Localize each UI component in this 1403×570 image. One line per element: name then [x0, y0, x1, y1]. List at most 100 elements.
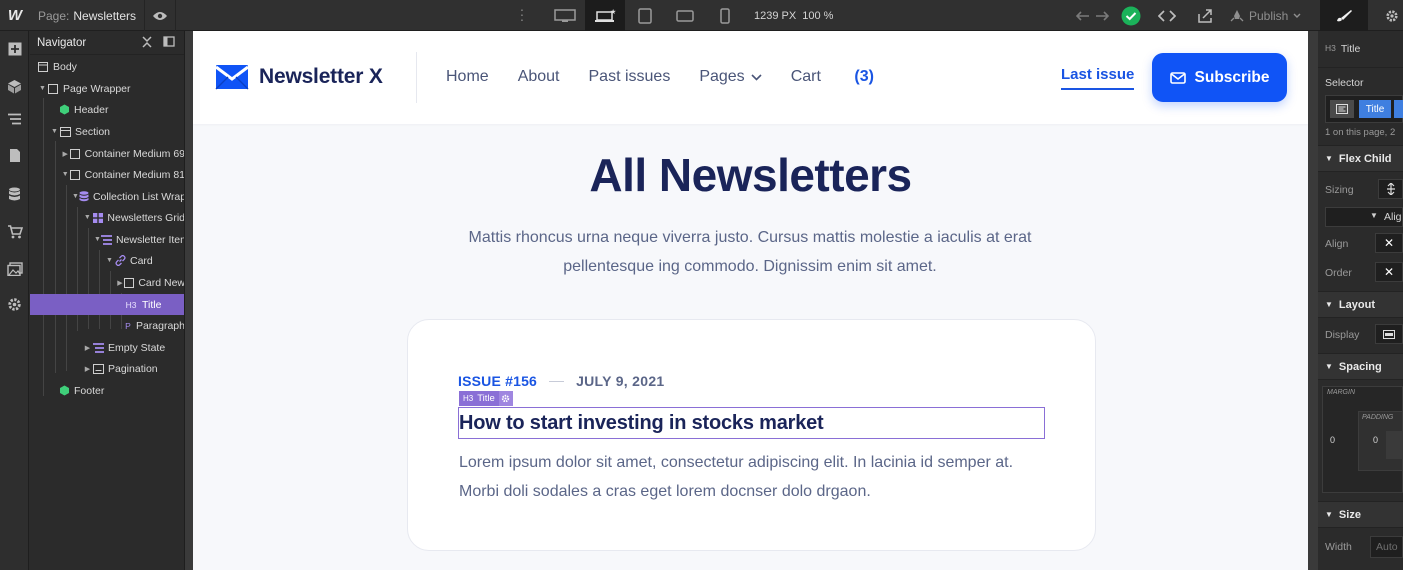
selector-chip-title[interactable]: Title: [1359, 100, 1391, 118]
last-issue-link[interactable]: Last issue: [1061, 66, 1135, 90]
div-box-icon: [69, 148, 80, 160]
nav-item-container-medium-81[interactable]: ▼ Container Medium 81: [30, 164, 184, 185]
mail-icon: [1169, 71, 1186, 84]
expand-caret-icon[interactable]: ▼: [83, 214, 92, 221]
nav-item-header[interactable]: Header: [30, 99, 184, 120]
undo-icon[interactable]: [1072, 0, 1094, 31]
symbol-green-icon: [58, 385, 70, 397]
nav-item-paragraph[interactable]: P Paragraph: [30, 315, 184, 336]
empty-state-purple-icon: [92, 342, 104, 354]
order-none-x-icon[interactable]: ✕: [1375, 262, 1403, 282]
display-block-icon[interactable]: [1375, 324, 1403, 344]
style-panel-brush-icon[interactable]: [1320, 0, 1368, 31]
collapse-all-icon[interactable]: [142, 36, 152, 51]
pages-icon[interactable]: [0, 140, 29, 170]
add-elements-icon[interactable]: [0, 34, 29, 64]
page-selector[interactable]: Page: Newsletters: [38, 0, 136, 31]
page-name: Newsletters: [73, 8, 137, 23]
site-logo[interactable]: Newsletter X: [215, 64, 383, 90]
canvas-size-readout: 1239 PX 100 %: [754, 0, 833, 31]
card-paragraph[interactable]: Lorem ipsum dolor sit amet, consectetur …: [459, 448, 1059, 506]
newsletter-card[interactable]: ISSUE #156 JULY 9, 2021 H3 Title How to s…: [407, 319, 1096, 551]
menu-dropdown-pages[interactable]: Pages: [699, 68, 762, 86]
code-export-icon[interactable]: [1154, 0, 1180, 31]
nav-item-newsletters-grid[interactable]: ▼ Newsletters Grid: [30, 207, 184, 228]
share-icon[interactable]: [1192, 0, 1218, 31]
nav-item-card[interactable]: ▼ Card: [30, 250, 184, 271]
nav-item-body[interactable]: Body: [30, 56, 184, 77]
selector-style-icon[interactable]: [1330, 100, 1354, 118]
assets-images-icon[interactable]: [0, 254, 29, 284]
selector-chip-overflow[interactable]: [1394, 100, 1403, 118]
preview-eye-icon[interactable]: [144, 0, 176, 31]
card-title[interactable]: How to start investing in stocks market: [459, 412, 824, 435]
section-layout[interactable]: ▼ Layout: [1318, 291, 1403, 318]
expand-caret-icon[interactable]: ▼: [94, 236, 101, 243]
breakpoint-large-desktop-icon[interactable]: [545, 0, 585, 31]
webflow-logo[interactable]: W: [0, 0, 30, 31]
expand-caret-icon[interactable]: ▶: [83, 365, 92, 373]
dock-panel-icon[interactable]: [163, 36, 175, 50]
saved-check-icon: [1119, 0, 1143, 31]
sizing-shrink-icon[interactable]: [1378, 179, 1403, 199]
expand-caret-icon[interactable]: ▼: [61, 171, 69, 178]
site-settings-gear-icon[interactable]: [0, 289, 29, 319]
width-value: Auto: [1376, 541, 1398, 553]
expand-caret-icon[interactable]: ▶: [83, 344, 92, 352]
margin-label: MARGIN: [1327, 389, 1355, 396]
svg-text:★: ★: [610, 8, 616, 16]
tag-label: Title: [477, 393, 495, 404]
nav-item-empty-state[interactable]: ▶ Empty State: [30, 337, 184, 358]
ecommerce-cart-icon[interactable]: [0, 217, 29, 247]
menu-link-about[interactable]: About: [518, 68, 560, 86]
margin-left-value[interactable]: 0: [1330, 435, 1335, 445]
padding-left-value[interactable]: 0: [1373, 435, 1378, 445]
symbols-cube-icon[interactable]: [0, 71, 29, 101]
more-dots-icon[interactable]: · · ·: [516, 2, 528, 26]
nav-item-newsletter-item[interactable]: ▼ Newsletter Item: [30, 229, 184, 250]
menu-link-cart[interactable]: Cart (3): [791, 68, 903, 86]
nav-item-card-new[interactable]: ▶ Card New: [30, 272, 184, 293]
nav-item-title[interactable]: H3 Title: [30, 294, 184, 315]
nav-item-pagination[interactable]: ▶ Pagination: [30, 358, 184, 379]
grid-purple-icon: [92, 212, 104, 224]
breakpoint-desktop-icon[interactable]: ★: [585, 0, 625, 31]
selected-element-tag[interactable]: H3 Title: [459, 391, 513, 406]
redo-icon[interactable]: [1092, 0, 1112, 31]
breakpoint-tablet-icon[interactable]: [625, 0, 665, 31]
page-title: All Newsletters: [589, 149, 912, 201]
nav-item-container-medium-69[interactable]: ▶ Container Medium 69: [30, 143, 185, 164]
collection-purple-icon: [79, 191, 89, 203]
nav-item-collection-list-wrapper[interactable]: ▼ Collection List Wrap: [30, 186, 184, 207]
align-none-x-icon[interactable]: ✕: [1375, 233, 1403, 253]
expand-caret-icon[interactable]: ▼: [38, 85, 47, 92]
menu-link-past-issues[interactable]: Past issues: [589, 68, 671, 86]
paragraph-p-icon: P: [125, 320, 131, 331]
expand-caret-icon[interactable]: ▶: [116, 279, 124, 287]
breakpoint-mobile-landscape-icon[interactable]: [665, 0, 705, 31]
settings-gear-icon[interactable]: [1380, 0, 1403, 31]
style-panel: H3 Title Selector Title 1 on this page, …: [1318, 31, 1403, 570]
navigator-icon[interactable]: [0, 104, 29, 134]
nav-item-section[interactable]: ▼ Section: [30, 121, 184, 142]
subscribe-button[interactable]: Subscribe: [1152, 53, 1287, 102]
expand-caret-icon[interactable]: ▼: [105, 257, 114, 264]
expand-caret-icon[interactable]: ▼: [50, 128, 59, 135]
section-flex-child[interactable]: ▼ Flex Child: [1318, 145, 1403, 172]
breakpoint-mobile-portrait-icon[interactable]: [705, 0, 745, 31]
element-settings-gear-icon[interactable]: [498, 391, 513, 406]
order-label: Order: [1325, 267, 1352, 279]
cms-database-icon[interactable]: [0, 179, 29, 209]
nav-item-footer[interactable]: Footer: [30, 380, 184, 401]
page-subtitle: Mattis rhoncus urna neque viverra justo.…: [468, 229, 1032, 275]
menu-link-home[interactable]: Home: [446, 68, 489, 86]
display-label: Display: [1325, 329, 1360, 341]
section-spacing[interactable]: ▼ Spacing: [1318, 353, 1403, 380]
publish-button[interactable]: Publish: [1230, 0, 1301, 31]
navigator-panel: Navigator Body ▼ Page Wrapper Header ▼ S…: [30, 31, 185, 570]
section-size[interactable]: ▼ Size: [1318, 501, 1403, 528]
expand-caret-icon[interactable]: ▼: [72, 193, 79, 200]
expand-caret-icon[interactable]: ▶: [61, 150, 69, 158]
nav-item-page-wrapper[interactable]: ▼ Page Wrapper: [30, 78, 184, 99]
navigator-resize-gutter[interactable]: [185, 31, 193, 570]
